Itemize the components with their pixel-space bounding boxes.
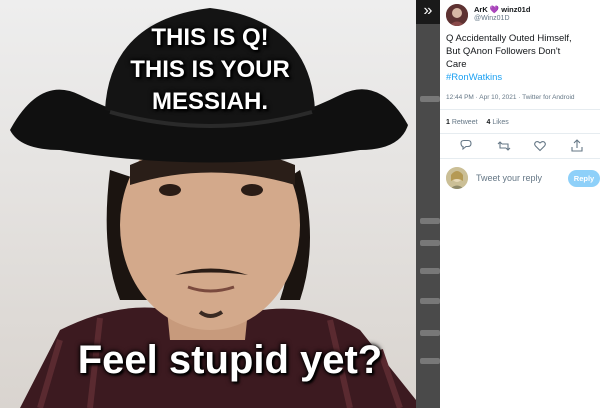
author-avatar[interactable] [446,4,468,26]
hashtag-link[interactable]: #RonWatkins [446,71,598,84]
meme-top-line: THIS IS YOUR [130,56,290,83]
reply-composer: Tweet your reply Reply [446,164,600,192]
retweet-stat[interactable]: 1 Retweet [446,119,478,126]
current-user-avatar [446,167,468,189]
author-handle[interactable]: @Winz01D [474,15,510,22]
meme-top-caption: THIS IS Q! THIS IS YOUR MESSIAH. [60,22,360,118]
avatar-image-icon [446,4,468,26]
divider [440,133,600,134]
tweet-text-line: But QAnon Followers Don't [446,46,561,57]
author-name[interactable]: ArK 💜 winz01d [474,5,530,14]
meme-top-line: MESSIAH. [151,88,268,115]
meme-top-line: THIS IS Q! [151,24,269,51]
user-avatar-image-icon [446,167,468,189]
meme-bottom-caption: Feel stupid yet? [77,338,383,382]
retweet-icon[interactable] [496,138,512,154]
tweet-text: Q Accidentally Outed Himself, But QAnon … [446,32,598,84]
reply-icon[interactable] [458,138,474,154]
divider [440,158,600,159]
double-chevron-right-icon: » [423,2,433,19]
like-icon[interactable] [532,138,548,154]
tweet-author[interactable]: ArK 💜 winz01d @Winz01D [446,4,596,26]
share-icon[interactable] [569,138,585,154]
tweet-actions [440,138,600,154]
like-stat[interactable]: 4 Likes [487,119,509,126]
reply-input[interactable]: Tweet your reply [476,173,542,183]
tweet-text-line: Care [446,59,467,70]
collapse-panel-button[interactable]: » [416,0,440,24]
divider [440,109,600,110]
tweet-timestamp[interactable]: 12:44 PM · Apr 10, 2021 · Twitter for An… [446,94,575,101]
tweet-text-line: Q Accidentally Outed Himself, [446,33,572,44]
meme-image[interactable]: THIS IS Q! THIS IS YOUR MESSIAH. Feel st… [0,0,416,408]
reply-button[interactable]: Reply [568,170,600,187]
tweet-detail-panel: ArK 💜 winz01d @Winz01D Q Accidentally Ou… [440,0,600,408]
replies-area [440,198,600,408]
media-viewer: THIS IS Q! THIS IS YOUR MESSIAH. Feel st… [0,0,440,408]
tweet-stats: 1 Retweet 4 Likes [446,119,509,126]
